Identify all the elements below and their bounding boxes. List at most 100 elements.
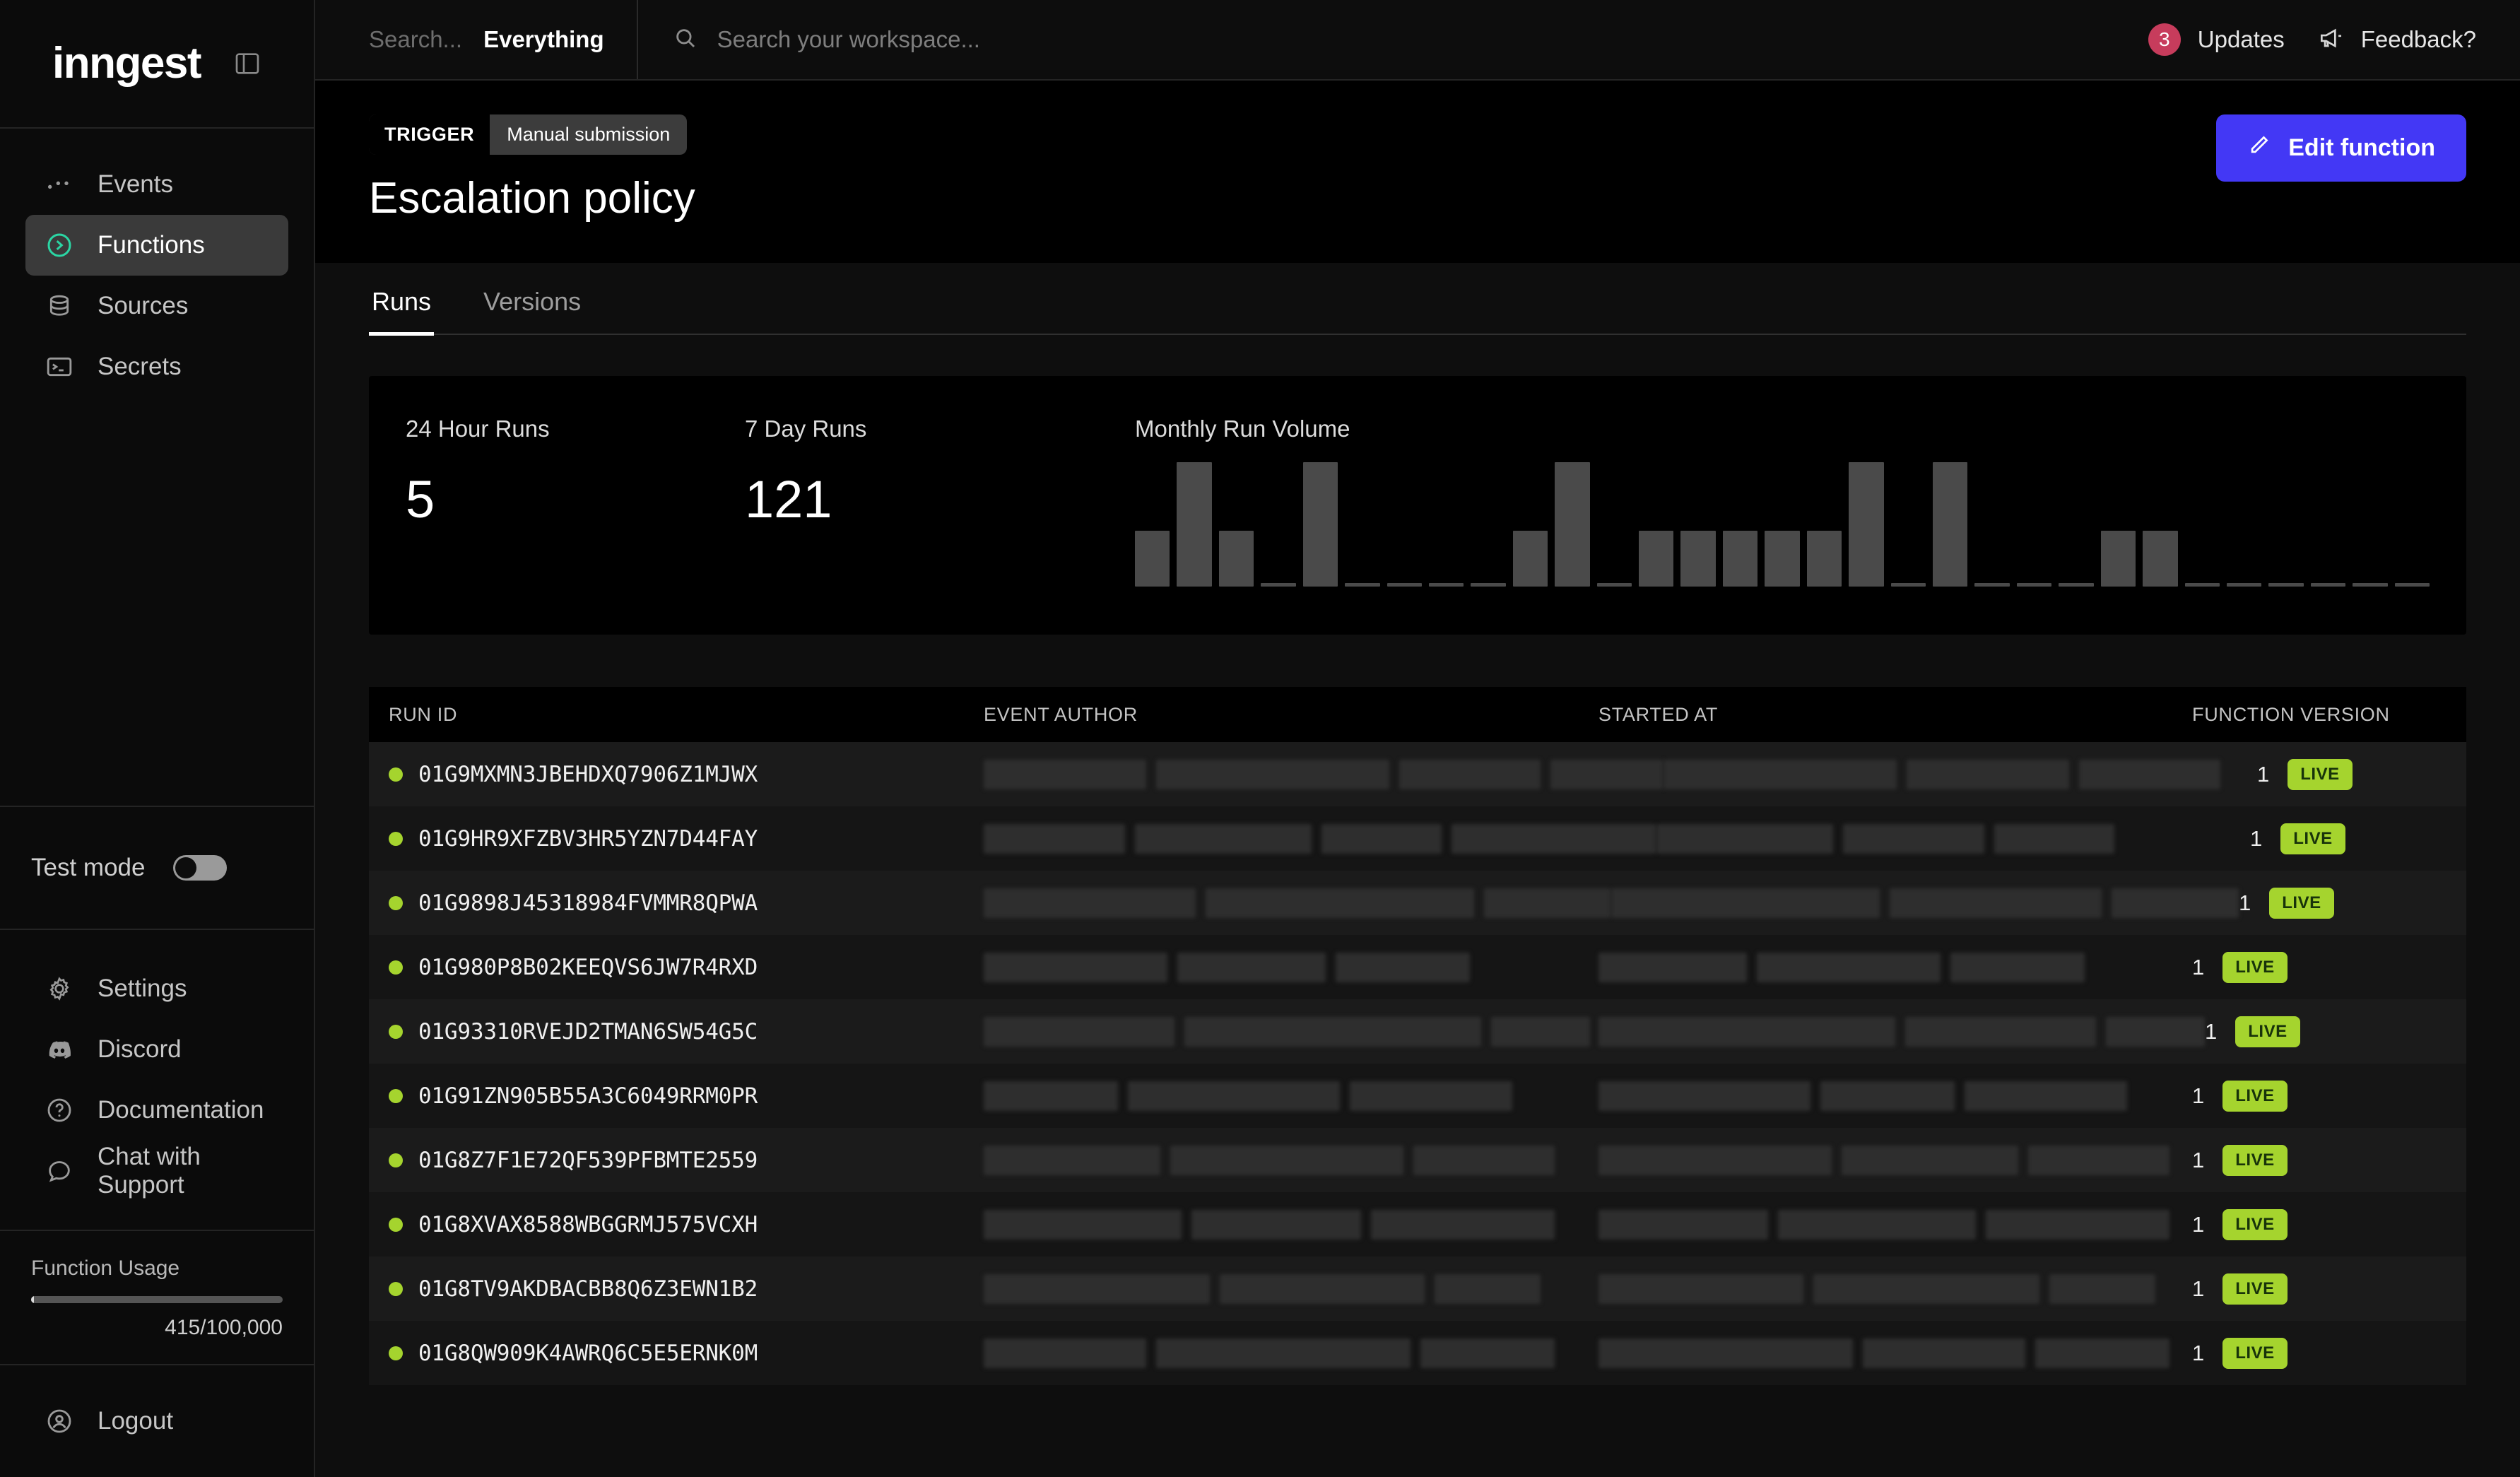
sidebar-item-settings[interactable]: Settings [25, 958, 288, 1019]
table-row[interactable]: 01G91ZN905B55A3C6049RRM0PR 1 LIVE [369, 1064, 2466, 1128]
feedback-button[interactable]: Feedback? [2317, 25, 2476, 55]
function-usage-label: Function Usage [31, 1257, 180, 1280]
cell-started-at [1598, 1273, 2192, 1304]
table-row[interactable]: 01G8QW909K4AWRQ6C5E5ERNK0M 1 LIVE [369, 1321, 2466, 1385]
search-input[interactable] [717, 26, 1353, 53]
redacted-value [1128, 1081, 1340, 1111]
sidebar-item-events[interactable]: Events [25, 154, 288, 215]
table-row[interactable]: 01G8Z7F1E72QF539PFBMTE2559 1 LIVE [369, 1128, 2466, 1192]
sidebar-item-sources[interactable]: Sources [25, 276, 288, 336]
redacted-value [1820, 1081, 1955, 1111]
chart-bar [1596, 582, 1632, 587]
redacted-value [1399, 759, 1541, 789]
cell-run-id: 01G9MXMN3JBEHDXQ7906Z1MJWX [369, 762, 984, 787]
redacted-value [1177, 952, 1326, 982]
cell-started-at [1656, 823, 2250, 854]
panel-collapse-icon[interactable] [233, 49, 261, 78]
page-header: TRIGGER Manual submission Escalation pol… [315, 81, 2520, 263]
version-number: 1 [2192, 1147, 2205, 1172]
status-dot-icon [389, 831, 403, 846]
redacted-value [1170, 1145, 1403, 1175]
cell-run-id: 01G980P8B02KEEQVS6JW7R4RXD [369, 955, 984, 980]
sidebar-item-label: Documentation [98, 1096, 264, 1124]
search-scope-selector[interactable]: Search... Everything [315, 0, 638, 79]
version-number: 1 [2205, 1018, 2218, 1044]
table-row[interactable]: 01G980P8B02KEEQVS6JW7R4RXD 1 LIVE [369, 935, 2466, 999]
table-row[interactable]: 01G9MXMN3JBEHDXQ7906Z1MJWX 1 LIVE [369, 742, 2466, 806]
cell-function-version: 1 LIVE [2250, 823, 2466, 854]
cell-started-at [1598, 952, 2192, 982]
redacted-value [1843, 823, 1984, 854]
sidebar-item-logout[interactable]: Logout [25, 1391, 288, 1452]
redacted-value [1598, 1273, 1803, 1304]
sidebar-item-chat-with-support[interactable]: Chat with Support [25, 1141, 288, 1201]
sidebar-item-secrets[interactable]: Secrets [25, 336, 288, 397]
chart-bars [1135, 462, 2430, 587]
app-root: inngest Events Functions Sources Secrets… [0, 0, 2520, 1477]
redacted-value [1336, 952, 1470, 982]
chart-bar [1345, 582, 1380, 587]
version-number: 1 [2239, 890, 2251, 915]
table-row[interactable]: 01G8TV9AKDBACBB8Q6Z3EWN1B2 1 LIVE [369, 1257, 2466, 1321]
content-area: Runs Versions 24 Hour Runs 5 7 Day Runs … [315, 263, 2520, 1477]
updates-button[interactable]: 3 Updates [2148, 23, 2285, 56]
redacted-value [1950, 952, 2085, 982]
redacted-value [1598, 1081, 1810, 1111]
redacted-value [984, 823, 1125, 854]
tab-versions[interactable]: Versions [481, 287, 584, 336]
status-badge: LIVE [2288, 758, 2353, 790]
trigger-badge-value: Manual submission [507, 124, 671, 145]
question-circle-icon [45, 1096, 73, 1124]
table-body: 01G9MXMN3JBEHDXQ7906Z1MJWX 1 LIVE 01G9HR9XF… [369, 742, 2466, 1385]
inngest-logo: inngest [52, 39, 201, 88]
redacted-value [2079, 759, 2220, 789]
workspace-search[interactable] [638, 26, 2148, 54]
sidebar-item-documentation[interactable]: Documentation [25, 1080, 288, 1141]
table-row[interactable]: 01G8XVAX8588WBGGRMJ575VCXH 1 LIVE [369, 1192, 2466, 1257]
user-circle-icon [45, 1407, 73, 1435]
chat-bubble-icon [45, 1157, 73, 1185]
chart-bar [1555, 462, 1590, 587]
monthly-run-volume-chart: Monthly Run Volume [1084, 416, 2430, 587]
status-badge: LIVE [2280, 823, 2345, 854]
redacted-value [984, 888, 1196, 918]
edit-function-button[interactable]: Edit function [2216, 114, 2466, 182]
redacted-value [2035, 1338, 2169, 1368]
version-number: 1 [2250, 825, 2263, 851]
chart-title: Monthly Run Volume [1135, 416, 1350, 442]
chart-bar [1302, 462, 1338, 587]
edit-function-label: Edit function [2288, 134, 2435, 161]
tab-runs[interactable]: Runs [369, 287, 435, 336]
test-mode-toggle[interactable] [173, 855, 228, 881]
redacted-value [1986, 1209, 2169, 1240]
cell-event-author [984, 759, 1664, 789]
megaphone-icon [2317, 25, 2344, 55]
chart-bar [1135, 530, 1170, 587]
chart-bar [1765, 530, 1800, 587]
status-badge: LIVE [2269, 887, 2334, 919]
sidebar-item-discord[interactable]: Discord [25, 1019, 288, 1080]
redacted-value [1905, 1016, 2096, 1047]
chart-bar [1512, 530, 1548, 587]
primary-nav: Events Functions Sources Secrets [0, 129, 314, 397]
feedback-label: Feedback? [2360, 26, 2476, 52]
table-row[interactable]: 01G93310RVEJD2TMAN6SW54G5C 1 LIVE [369, 999, 2466, 1064]
chart-bar [2394, 582, 2430, 587]
column-header-event-author: EVENT AUTHOR [984, 703, 1138, 725]
table-row[interactable]: 01G9HR9XFZBV3HR5YZN7D44FAY 1 LIVE [369, 806, 2466, 871]
cell-started-at [1664, 759, 2257, 789]
cell-function-version: 1 LIVE [2192, 951, 2466, 983]
table-row[interactable]: 01G9898J45318984FVMMR8QPWA 1 LIVE [369, 871, 2466, 935]
cell-event-author [984, 952, 1598, 982]
run-id-text: 01G8Z7F1E72QF539PFBMTE2559 [418, 1147, 758, 1173]
cell-function-version: 1 LIVE [2257, 758, 2466, 790]
cell-run-id: 01G91ZN905B55A3C6049RRM0PR [369, 1083, 984, 1109]
redacted-value [1863, 1338, 2025, 1368]
sidebar-item-functions[interactable]: Functions [25, 215, 288, 276]
redacted-value [1321, 823, 1442, 854]
stat-24-hour-runs: 24 Hour Runs 5 [406, 416, 745, 526]
test-mode-row: Test mode [0, 806, 314, 930]
redacted-value [1191, 1209, 1361, 1240]
topbar: Search... Everything 3 Updates [315, 0, 2520, 81]
chart-bar [2226, 582, 2262, 587]
